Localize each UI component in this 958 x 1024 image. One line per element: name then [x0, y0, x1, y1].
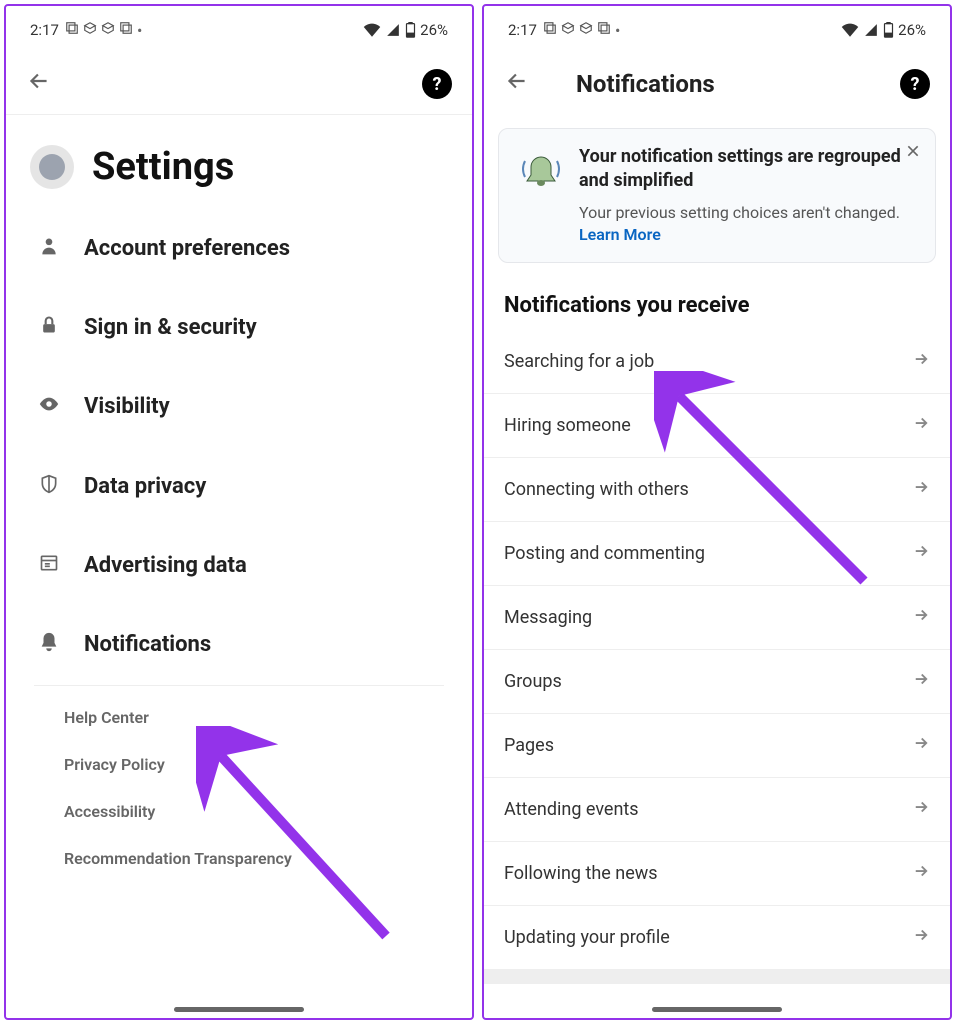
notif-item-label: Connecting with others: [504, 479, 689, 500]
settings-item-data-privacy[interactable]: Data privacy: [6, 446, 472, 527]
bell-icon: [36, 630, 62, 659]
footer-link-help-center[interactable]: Help Center: [64, 694, 414, 741]
chevron-right-icon: [912, 350, 930, 373]
notif-item-label: Pages: [504, 735, 554, 756]
footer-link-privacy-policy[interactable]: Privacy Policy: [64, 741, 414, 788]
lock-icon: [36, 314, 62, 341]
footer-link-recommendation-transparency[interactable]: Recommendation Transparency: [64, 835, 414, 882]
app-header: Notifications ?: [484, 54, 950, 114]
chevron-right-icon: [912, 926, 930, 949]
info-banner-title: Your notification settings are regrouped…: [579, 145, 917, 194]
notif-item-following-the-news[interactable]: Following the news: [484, 842, 950, 906]
help-button[interactable]: ?: [422, 69, 452, 99]
status-bar: 2:17 • 26%: [6, 6, 472, 54]
status-time: 2:17: [508, 21, 537, 39]
settings-item-label: Advertising data: [84, 553, 247, 578]
settings-item-label: Notifications: [84, 632, 211, 657]
home-indicator: [652, 1007, 782, 1012]
status-time: 2:17: [30, 21, 59, 39]
chevron-right-icon: [912, 734, 930, 757]
section-divider: [484, 970, 950, 984]
settings-item-account-preferences[interactable]: Account preferences: [6, 209, 472, 288]
back-button[interactable]: [26, 68, 52, 100]
right-screen: 2:17 • 26% Notifications ?: [482, 4, 952, 1020]
status-notification-icons: •: [65, 21, 142, 40]
notif-item-label: Following the news: [504, 863, 658, 884]
bell-illustration-icon: [517, 149, 565, 246]
notif-item-groups[interactable]: Groups: [484, 650, 950, 714]
notif-item-label: Groups: [504, 671, 562, 692]
chevron-right-icon: [912, 414, 930, 437]
notif-item-label: Hiring someone: [504, 415, 631, 436]
info-banner: Your notification settings are regrouped…: [498, 128, 936, 263]
shield-icon: [36, 472, 62, 501]
notif-item-label: Updating your profile: [504, 927, 670, 948]
signal-icon: [863, 23, 879, 37]
settings-item-label: Account preferences: [84, 236, 290, 261]
wifi-icon: [841, 23, 859, 37]
battery-icon: [883, 22, 894, 38]
settings-item-label: Sign in & security: [84, 315, 257, 340]
settings-item-label: Visibility: [84, 394, 170, 419]
help-button[interactable]: ?: [900, 69, 930, 99]
status-notification-icons: •: [543, 21, 620, 40]
learn-more-link[interactable]: Learn More: [579, 225, 661, 244]
page-title: Notifications: [576, 70, 715, 98]
notif-item-label: Attending events: [504, 799, 639, 820]
close-button[interactable]: [905, 143, 921, 164]
back-button[interactable]: [504, 68, 530, 100]
notif-item-label: Messaging: [504, 607, 592, 628]
notif-item-label: Searching for a job: [504, 351, 654, 372]
home-indicator: [174, 1007, 304, 1012]
profile-avatar[interactable]: [30, 145, 74, 189]
notif-item-label: Posting and commenting: [504, 543, 705, 564]
page-title: Settings: [92, 145, 234, 189]
settings-heading-row: Settings: [6, 115, 472, 209]
notif-item-updating-your-profile[interactable]: Updating your profile: [484, 906, 950, 970]
footer-link-accessibility[interactable]: Accessibility: [64, 788, 414, 835]
person-icon: [36, 235, 62, 262]
notif-item-attending-events[interactable]: Attending events: [484, 778, 950, 842]
chevron-right-icon: [912, 542, 930, 565]
settings-item-visibility[interactable]: Visibility: [6, 367, 472, 446]
settings-item-sign-in-security[interactable]: Sign in & security: [6, 288, 472, 367]
settings-item-notifications[interactable]: Notifications: [6, 604, 472, 685]
settings-item-label: Data privacy: [84, 474, 206, 499]
signal-icon: [385, 23, 401, 37]
wifi-icon: [363, 23, 381, 37]
chevron-right-icon: [912, 862, 930, 885]
notif-item-messaging[interactable]: Messaging: [484, 586, 950, 650]
notif-item-hiring-someone[interactable]: Hiring someone: [484, 394, 950, 458]
notif-item-pages[interactable]: Pages: [484, 714, 950, 778]
battery-percent: 26%: [420, 21, 448, 39]
chevron-right-icon: [912, 798, 930, 821]
battery-icon: [405, 22, 416, 38]
notif-item-posting-and-commenting[interactable]: Posting and commenting: [484, 522, 950, 586]
left-screen: 2:17 • 26% ? Settin: [4, 4, 474, 1020]
eye-icon: [36, 393, 62, 420]
chevron-right-icon: [912, 478, 930, 501]
status-bar: 2:17 • 26%: [484, 6, 950, 54]
chevron-right-icon: [912, 606, 930, 629]
newspaper-icon: [36, 553, 62, 578]
section-title: Notifications you receive: [484, 277, 950, 330]
app-header: ?: [6, 54, 472, 115]
notif-item-connecting-with-others[interactable]: Connecting with others: [484, 458, 950, 522]
settings-item-advertising-data[interactable]: Advertising data: [6, 527, 472, 604]
chevron-right-icon: [912, 670, 930, 693]
info-banner-subtitle: Your previous setting choices aren't cha…: [579, 202, 917, 247]
notif-item-searching-for-a-job[interactable]: Searching for a job: [484, 330, 950, 394]
battery-percent: 26%: [898, 21, 926, 39]
